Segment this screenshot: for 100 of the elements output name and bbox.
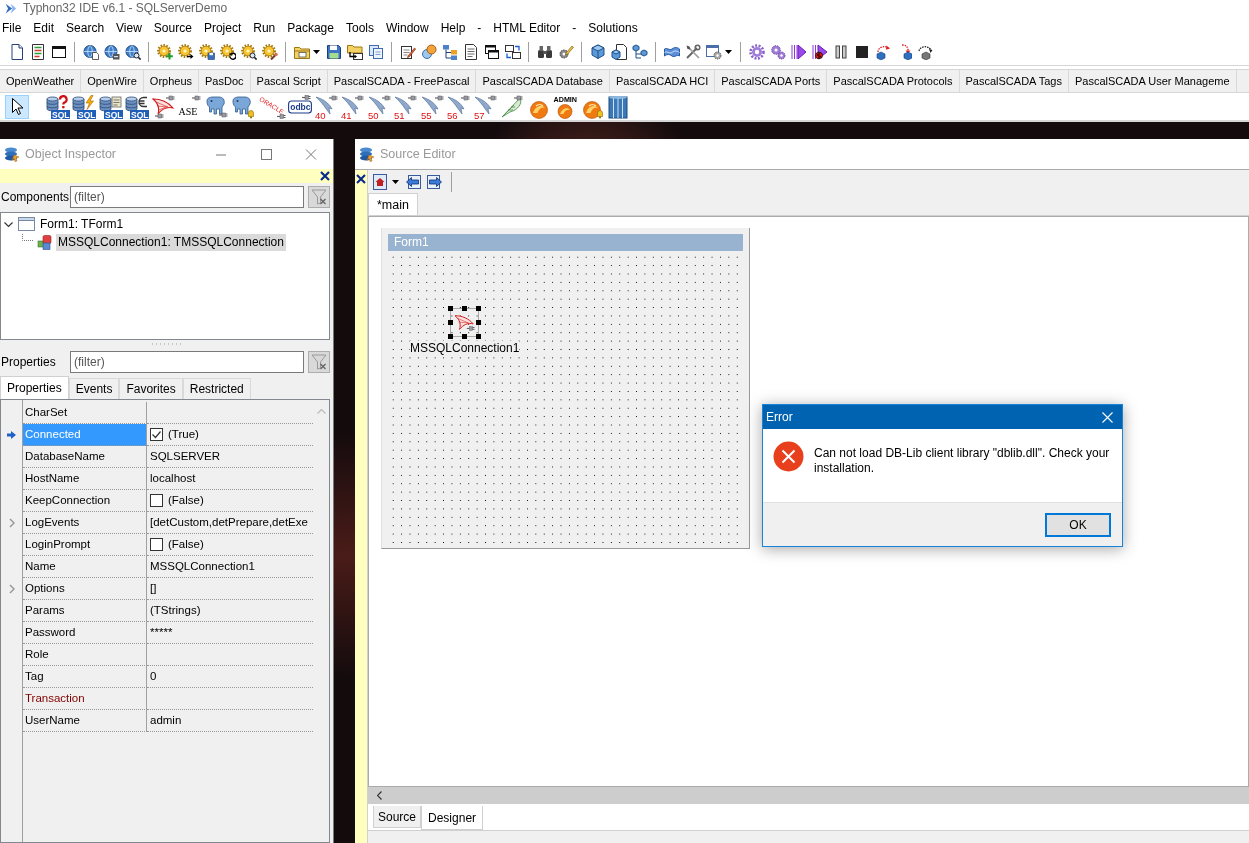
sail-plug-icon[interactable] — [454, 313, 476, 333]
caret-icon[interactable] — [725, 49, 732, 54]
cog-search-icon[interactable] — [240, 43, 257, 60]
selection-handles[interactable] — [448, 306, 481, 339]
list-page-icon[interactable] — [29, 43, 46, 60]
property-name[interactable]: Options — [23, 578, 147, 600]
hierarchy-icon[interactable] — [441, 43, 458, 60]
close-button[interactable] — [319, 170, 331, 182]
menu-item[interactable]: Tools — [339, 18, 380, 37]
pointer-button[interactable] — [5, 94, 29, 119]
property-value[interactable]: [] — [150, 578, 157, 599]
folder-arrow-icon[interactable] — [346, 43, 363, 60]
menu-item[interactable]: Search — [60, 18, 111, 37]
menu-item[interactable]: Package — [281, 18, 340, 37]
editor-tab[interactable]: *main — [368, 193, 418, 215]
chevron-down-icon[interactable] — [4, 219, 13, 229]
tab[interactable]: Properties — [0, 376, 69, 399]
property-value[interactable]: localhost — [150, 468, 196, 489]
play-bug-icon[interactable] — [811, 43, 828, 60]
back-arrow-icon[interactable] — [406, 175, 422, 189]
cube-page-icon[interactable] — [610, 43, 627, 60]
ok-button[interactable]: OK — [1045, 512, 1111, 537]
property-name[interactable]: LoginPrompt — [23, 534, 147, 556]
checkbox[interactable] — [150, 494, 163, 507]
property-value[interactable]: [detCustom,detPrepare,detExe — [150, 512, 308, 533]
property-name[interactable]: Role — [23, 644, 147, 666]
forward-arrow-icon[interactable] — [426, 175, 442, 189]
notepad-pencil-icon[interactable] — [399, 43, 416, 60]
property-value[interactable]: admin — [150, 710, 182, 731]
property-name[interactable]: DatabaseName — [23, 446, 147, 468]
form-gear-icon[interactable] — [705, 43, 722, 60]
cog-plus-icon[interactable] — [156, 43, 173, 60]
menu-item[interactable]: View — [110, 18, 148, 37]
property-name[interactable]: Name — [23, 556, 147, 578]
property-value[interactable]: MSSQLConnection1 — [150, 556, 255, 577]
cylinders-icon[interactable] — [606, 94, 630, 119]
property-value[interactable]: SQLSERVER — [150, 446, 221, 467]
property-value[interactable]: (False) — [168, 490, 204, 511]
tools-icon[interactable] — [684, 43, 701, 60]
cube-icon[interactable] — [589, 43, 606, 60]
menu-item[interactable]: Edit — [27, 18, 61, 37]
windows-icon[interactable] — [483, 43, 500, 60]
menu-item[interactable]: Solutions — [582, 18, 644, 37]
home-page-icon[interactable] — [373, 174, 387, 190]
gear-icon[interactable] — [748, 43, 765, 60]
gear-pencil-icon[interactable] — [557, 43, 574, 60]
cube-tree-icon[interactable] — [631, 43, 648, 60]
globe-search-icon[interactable] — [124, 43, 141, 60]
menu-item[interactable]: Project — [197, 18, 248, 37]
view-tab[interactable]: Designer — [421, 806, 484, 830]
property-name[interactable]: Transaction — [23, 688, 147, 710]
curved-arrow-icon[interactable] — [874, 43, 891, 60]
elephant-plug-icon[interactable] — [204, 94, 229, 119]
menu-item[interactable]: Run — [247, 18, 282, 37]
property-value[interactable]: (True) — [168, 424, 199, 445]
sail-plug-icon[interactable] — [151, 94, 176, 119]
feather-icon[interactable] — [500, 94, 524, 119]
menu-item[interactable]: - — [471, 18, 488, 37]
property-value[interactable]: (False) — [168, 534, 204, 555]
property-name[interactable]: Tag — [23, 666, 147, 688]
property-value[interactable]: 0 — [150, 666, 157, 687]
caret-icon[interactable] — [392, 180, 399, 184]
tree-item[interactable]: Form1: TForm1 — [38, 215, 126, 233]
gears-icon[interactable] — [769, 43, 786, 60]
menu-item[interactable]: - — [566, 18, 583, 37]
pause-icon[interactable] — [832, 43, 849, 60]
checkbox[interactable] — [150, 428, 163, 441]
elephant-bell-icon[interactable] — [231, 94, 255, 119]
filter-field[interactable]: (filter) — [70, 186, 304, 208]
tab[interactable]: Favorites — [119, 378, 183, 399]
stacked-pages-icon[interactable] — [367, 43, 384, 60]
shapes-icon[interactable] — [420, 43, 437, 60]
checkbox[interactable] — [150, 538, 163, 551]
property-name[interactable]: UserName — [23, 710, 147, 732]
property-name[interactable]: Params — [23, 600, 147, 622]
new-page-icon[interactable] — [8, 43, 25, 60]
menu-item[interactable]: Source — [147, 18, 198, 37]
window-icon[interactable] — [50, 43, 67, 60]
tab[interactable]: Events — [68, 378, 120, 399]
close-button[interactable] — [355, 173, 367, 185]
globe-page-icon[interactable] — [82, 43, 99, 60]
tab[interactable]: Restricted — [182, 378, 251, 399]
property-name[interactable]: KeepConnection — [23, 490, 147, 512]
property-name[interactable]: Password — [23, 622, 147, 644]
menu-item[interactable]: File — [0, 18, 28, 37]
cog-wrench-icon[interactable] — [261, 43, 278, 60]
cog-refresh-icon[interactable] — [219, 43, 236, 60]
floppy-icon[interactable] — [325, 43, 342, 60]
menu-item[interactable]: HTML Editor — [487, 18, 567, 37]
menu-item[interactable]: Window — [380, 18, 435, 37]
curved-arrow-icon[interactable] — [916, 43, 933, 60]
tree-item[interactable]: MSSQLConnection1: TMSSQLConnection — [56, 233, 286, 251]
play-icon[interactable] — [790, 43, 807, 60]
scrollbar[interactable] — [368, 787, 1249, 804]
property-name[interactable]: LogEvents — [23, 512, 147, 534]
stop-icon[interactable] — [853, 43, 870, 60]
cog-floppy-icon[interactable] — [198, 43, 215, 60]
filter-field[interactable]: (filter) — [70, 351, 304, 373]
property-value[interactable]: ***** — [150, 622, 173, 643]
globe-box-icon[interactable] — [103, 43, 120, 60]
